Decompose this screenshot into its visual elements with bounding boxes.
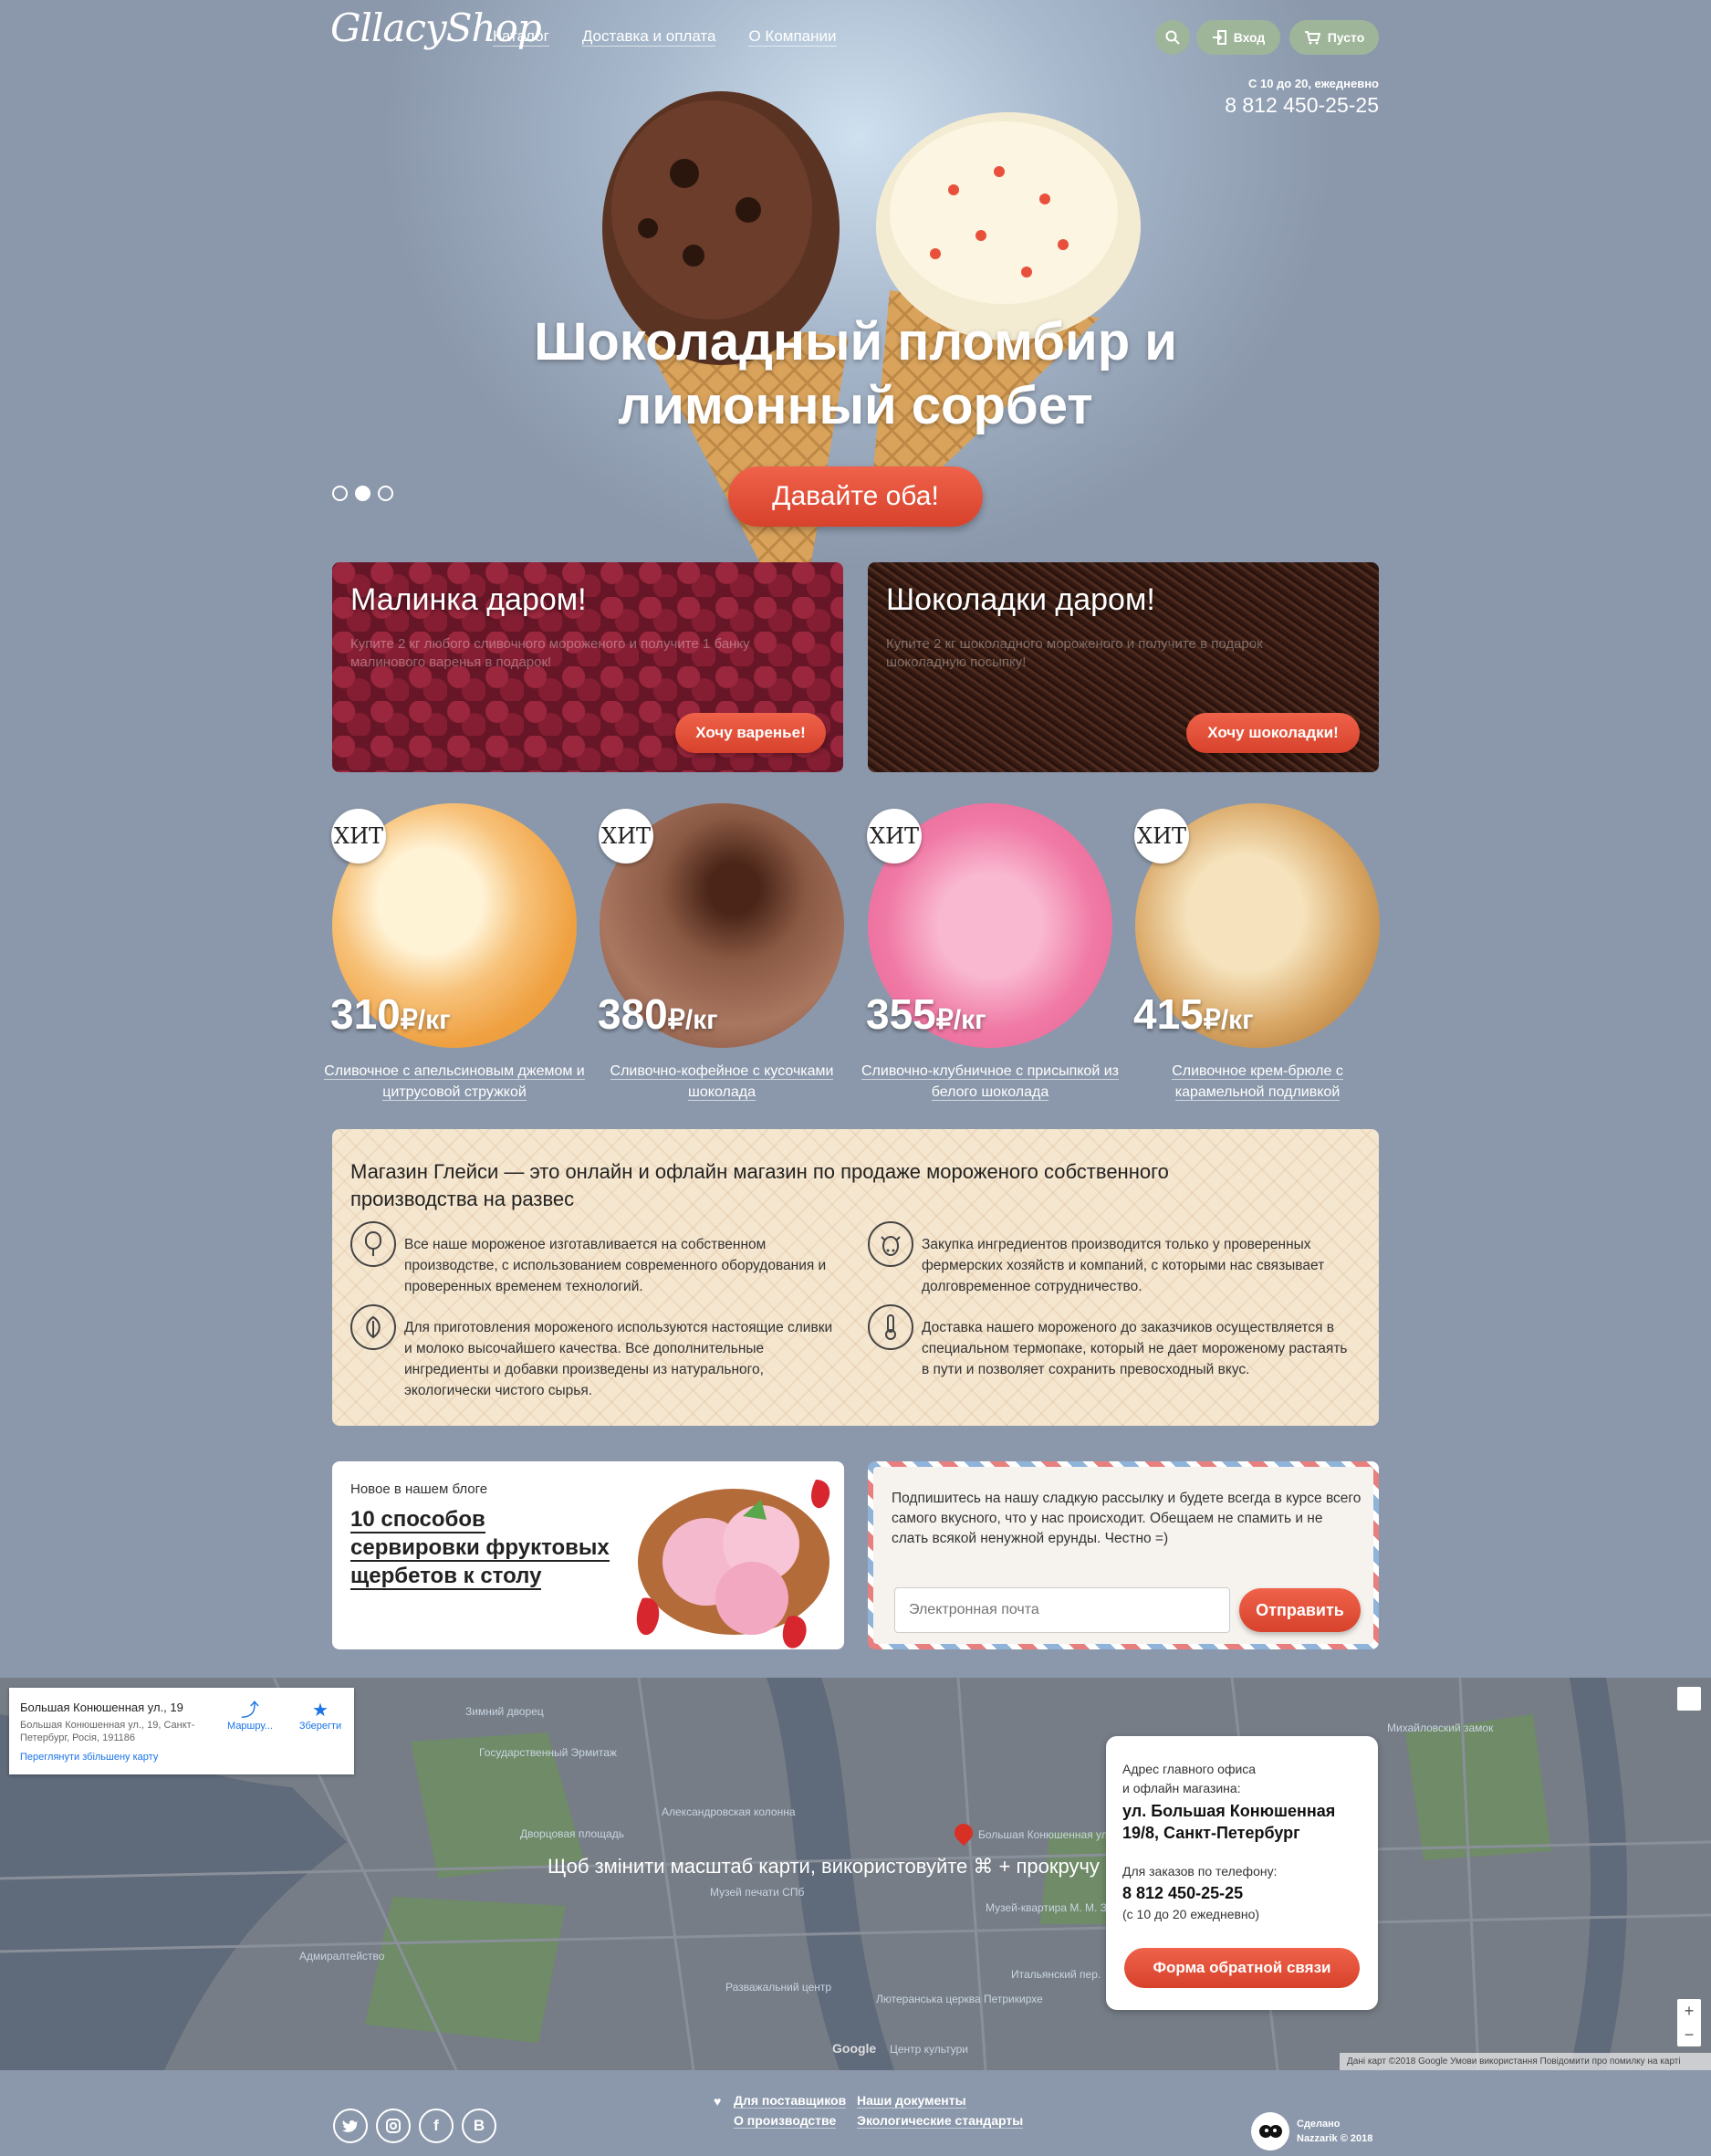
footer: f В ♥ Для поставщиков О производстве Наш… [0,2070,1711,2156]
product-name[interactable]: Сливочное с апельсиновым джемом и цитрус… [323,1061,586,1103]
search-button[interactable] [1155,20,1190,55]
sorbet-image [606,1461,844,1649]
slider-dots [332,486,393,501]
working-hours: С 10 до 20, ежедневно [1247,77,1379,90]
hero-cta-button[interactable]: Давайте оба! [728,466,983,527]
office-address: ул. Большая Конюшенная [1122,1802,1336,1820]
eco-standards-link[interactable]: Экологические стандарты [857,2113,1024,2129]
promo-title: Шоколадки даром! [886,582,1155,617]
promo-text: Купите 2 кг любого сливочного мороженого… [350,636,750,670]
zoom-in-button[interactable]: + [1677,1999,1701,2023]
instagram-icon[interactable] [376,2109,411,2143]
promo-title: Малинка даром! [350,582,587,617]
street-view-icon[interactable] [1677,1687,1701,1711]
product-price: 355₽/кг [866,990,986,1038]
login-label: Вход [1233,30,1266,45]
nav-about[interactable]: О Компании [748,27,837,47]
cart-button[interactable]: Пусто [1289,20,1379,55]
documents-link[interactable]: Наши документы [857,2093,966,2109]
promo-raspberry: Малинка даром! Купите 2 кг любого сливоч… [332,562,843,772]
blog-kicker: Новое в нашем блоге [350,1481,488,1497]
star-icon: ★ [312,1701,329,1721]
blog-card[interactable]: Новое в нашем блоге 10 способов сервиров… [332,1461,844,1649]
author-logo[interactable] [1251,2112,1289,2151]
twitter-icon[interactable] [333,2109,368,2143]
about-title: Магазин Глейси — это онлайн и офлайн маг… [350,1160,1169,1210]
office-phone[interactable]: 8 812 450-25-25 [1122,1882,1243,1904]
product-name[interactable]: Сливочное крем-брюле с карамельной подли… [1126,1061,1389,1103]
author-link[interactable]: Nazzarik © 2018 [1297,2131,1372,2146]
map-attribution[interactable]: Дані карт ©2018 Google Умови використанн… [1340,2053,1711,2070]
search-icon [1165,30,1180,45]
map-zoom-controls[interactable]: + − [1677,1999,1701,2046]
promo-chocolate: Шоколадки даром! Купите 2 кг шоколадного… [868,562,1379,772]
send-button[interactable]: Отправить [1239,1588,1361,1632]
slider-dot-3[interactable] [378,486,393,501]
header-phone[interactable]: 8 812 450-25-25 [1225,93,1379,118]
hit-badge: ХИТ [1134,809,1189,863]
promo-chocolate-button[interactable]: Хочу шоколадки! [1186,713,1360,753]
cart-icon [1304,31,1320,45]
vk-icon[interactable]: В [462,2109,496,2143]
leaf-icon [350,1304,396,1350]
promo-text: Купите 2 кг шоколадного мороженого и пол… [886,636,1263,670]
about-section: Магазин Глейси — это онлайн и офлайн маг… [332,1129,1379,1426]
login-button[interactable]: Вход [1196,20,1280,55]
place-title: Большая Конюшенная ул., 19 [20,1701,183,1714]
map[interactable]: Зимний дворец Государственный Эрмитаж Дв… [0,1678,1711,2070]
office-info-card: Адрес главного офиса и офлайн магазина: … [1106,1736,1378,2010]
product-price: 415₽/кг [1133,990,1254,1038]
hit-badge: ХИТ [867,809,922,863]
promo-jam-button[interactable]: Хочу варенье! [675,713,826,753]
main-nav: Каталог Доставка и оплата О Компании [493,27,837,47]
google-logo: Google [832,2041,877,2056]
nav-catalog[interactable]: Каталог [493,27,549,47]
suppliers-link[interactable]: Для поставщиков [734,2093,847,2109]
product-price: 310₽/кг [330,990,451,1038]
email-field[interactable] [894,1587,1230,1633]
popsicle-icon [350,1221,396,1267]
directions-button[interactable]: ⤴ Маршру... [224,1701,276,1732]
slider-dot-1[interactable] [332,486,348,501]
nav-delivery[interactable]: Доставка и оплата [581,27,716,47]
product-price: 380₽/кг [598,990,718,1038]
zoom-out-button[interactable]: − [1677,2023,1701,2046]
map-zoom-hint: Щоб змінити масштаб карти, використовуйт… [548,1855,1100,1878]
product-name[interactable]: Сливочно-клубничное с присыпкой из белог… [859,1061,1122,1103]
save-place-button[interactable]: ★ Зберегти [295,1701,346,1732]
slider-dot-2[interactable] [355,486,370,501]
made-by: Сделано Nazzarik © 2018 [1297,2119,1373,2146]
product-name[interactable]: Сливочно-кофейное с кусочками шоколада [590,1061,853,1103]
cow-icon [868,1221,913,1267]
heart-icon: ♥ [714,2094,722,2109]
hit-badge: ХИТ [599,809,653,863]
feedback-form-button[interactable]: Форма обратной связи [1124,1948,1360,1988]
hero-title: Шоколадный пломбир и лимонный сорбет [534,312,1177,435]
subscribe-card: Подпишитесь на нашу сладкую рассылку и б… [868,1461,1379,1649]
facebook-icon[interactable]: f [419,2109,454,2143]
production-link[interactable]: О производстве [734,2113,837,2129]
directions-icon: ⤴ [241,1701,259,1721]
place-address: Большая Конюшенная ул., 19, Санкт-Петерб… [20,1720,195,1743]
thermometer-icon [868,1304,913,1350]
blog-title[interactable]: 10 способов сервировки фруктовых щербето… [350,1505,615,1590]
subscribe-text: Подпишитесь на нашу сладкую рассылку и б… [892,1491,1361,1546]
map-place-card: Большая Конюшенная ул., 19 Большая Конюш… [9,1688,354,1774]
larger-map-link[interactable]: Переглянути збільшену карту [20,1752,158,1763]
cart-label: Пусто [1327,30,1365,45]
login-icon [1212,30,1226,45]
hit-badge: ХИТ [331,809,386,863]
hero-section: GllacyShop Каталог Доставка и оплата О К… [0,0,1711,584]
